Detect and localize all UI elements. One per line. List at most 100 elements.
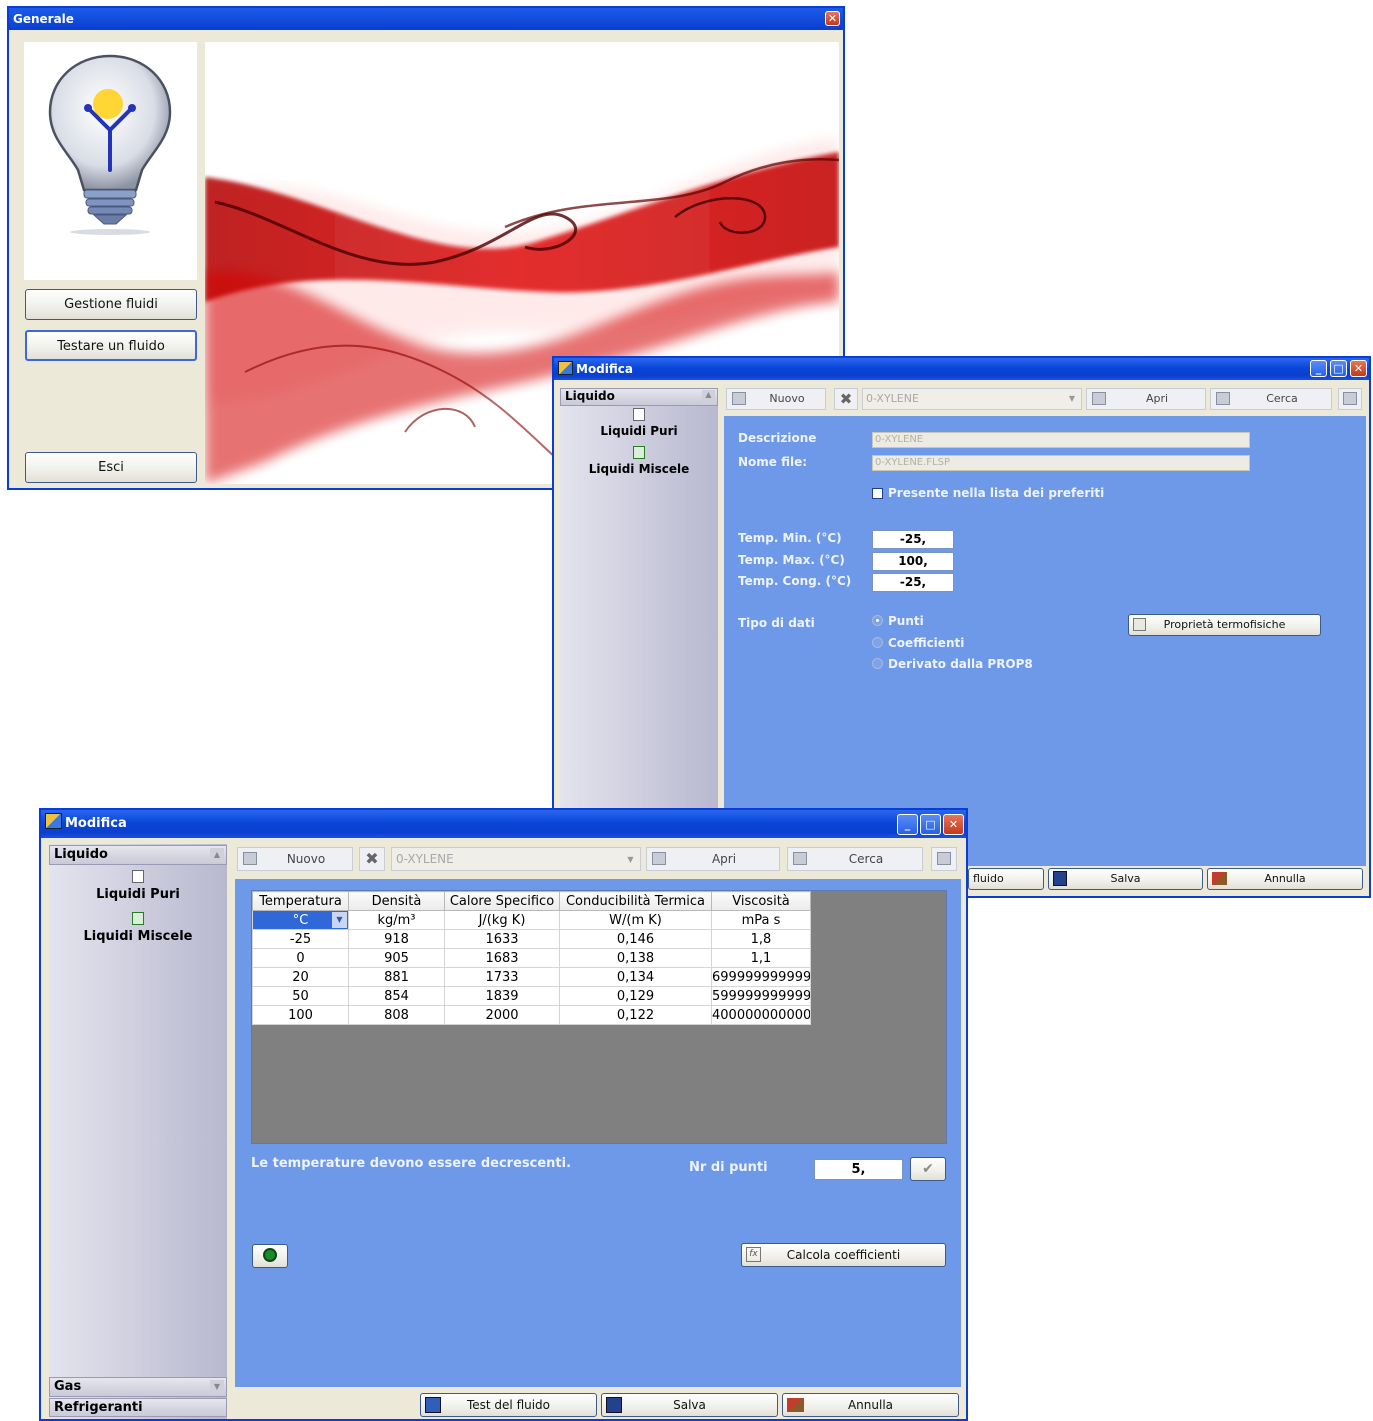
nav-item-liquidi-miscele[interactable]: Liquidi Miscele [49, 912, 227, 944]
nav-item-liquidi-puri[interactable]: Liquidi Puri [560, 408, 718, 438]
apri-button[interactable]: Apri [1086, 388, 1206, 410]
eraser-icon [1212, 872, 1227, 885]
maximize-icon[interactable]: □ [1330, 360, 1347, 377]
calcola-coefficienti-button[interactable]: fx Calcola coefficienti [741, 1243, 946, 1267]
salva-button[interactable]: Salva [1048, 868, 1203, 890]
apri-button[interactable]: Apri [646, 847, 780, 871]
tmin-input[interactable]: -25, [872, 530, 954, 549]
minimize-icon[interactable]: _ [897, 814, 918, 835]
nav-item-liquidi-puri[interactable]: Liquidi Puri [49, 870, 227, 902]
table-cell[interactable]: 0,129 [559, 986, 712, 1006]
table-cell[interactable]: 0,134 [559, 967, 712, 987]
table-cell[interactable]: W/(m K) [559, 910, 712, 930]
table-cell[interactable]: mPa s [711, 910, 811, 930]
nuovo-button[interactable]: Nuovo [726, 388, 826, 410]
test-fluido-button[interactable]: Test del fluido [420, 1393, 597, 1417]
nav-header-refrigeranti[interactable]: Refrigeranti [49, 1398, 227, 1417]
column-header[interactable]: Temperatura [252, 891, 349, 911]
table-cell[interactable]: kg/m³ [348, 910, 445, 930]
tcong-label: Temp. Cong. (°C) [738, 574, 852, 588]
table-cell[interactable]: 1683 [444, 948, 560, 968]
maximize-icon[interactable]: □ [920, 814, 941, 835]
table-cell[interactable]: 699999999999 [711, 967, 811, 987]
table-cell[interactable]: 1633 [444, 929, 560, 949]
preferiti-checkbox[interactable] [872, 488, 883, 499]
delete-button[interactable]: ✖ [834, 388, 858, 410]
column-header[interactable]: Densità [348, 891, 445, 911]
testare-fluido-button[interactable]: Testare un fluido [25, 330, 197, 361]
table-cell[interactable]: 1,8 [711, 929, 811, 949]
nav-item-label: Liquidi Miscele [588, 462, 690, 476]
table-cell[interactable]: 1,1 [711, 948, 811, 968]
radio-coefficienti-label: Coefficienti [888, 636, 965, 650]
delete-button[interactable]: ✖ [359, 847, 385, 871]
table-cell[interactable]: 808 [348, 1005, 445, 1025]
table-cell[interactable]: 0,122 [559, 1005, 712, 1025]
unit-select[interactable]: °C ▼ [252, 910, 349, 930]
cerca-button[interactable]: Cerca [1210, 388, 1332, 410]
chevron-down-icon: ▼ [210, 1380, 224, 1394]
nav-item-liquidi-miscele[interactable]: Liquidi Miscele [560, 446, 718, 476]
minimize-icon[interactable]: _ [1310, 360, 1327, 377]
tcong-input[interactable]: -25, [872, 573, 954, 592]
nav-header-liquido[interactable]: Liquido ▲ [49, 845, 227, 865]
column-header[interactable]: Calore Specifico [444, 891, 560, 911]
table-cell[interactable]: 20 [252, 967, 349, 987]
nuovo-button[interactable]: Nuovo [237, 847, 353, 871]
conferma-punti-button[interactable]: ✔ [910, 1157, 946, 1181]
annulla-button[interactable]: Annulla [1207, 868, 1363, 890]
table-header-row: Temperatura Densità Calore Specifico Con… [252, 891, 811, 911]
generale-titlebar[interactable]: Generale [9, 8, 843, 30]
table-cell[interactable]: 0 [252, 948, 349, 968]
table-cell[interactable]: 100 [252, 1005, 349, 1025]
nav-header-label: Liquido [565, 389, 615, 403]
nav-header-liquido[interactable]: Liquido ▲ [560, 388, 718, 406]
close-icon[interactable]: ✕ [825, 11, 840, 26]
table-cell[interactable]: 2000 [444, 1005, 560, 1025]
close-icon[interactable]: ✕ [943, 814, 964, 835]
cerca-button[interactable]: Cerca [787, 847, 923, 871]
export-button[interactable] [931, 847, 957, 871]
proprieta-termofisiche-button[interactable]: Proprietà termofisiche [1128, 614, 1321, 636]
new-document-icon [732, 392, 746, 405]
table-cell[interactable]: 918 [348, 929, 445, 949]
radio-derivato[interactable] [872, 658, 883, 669]
table-cell[interactable]: 905 [348, 948, 445, 968]
chevron-down-icon[interactable]: ▼ [332, 912, 347, 928]
table-cell[interactable]: -25 [252, 929, 349, 949]
modifica2-titlebar[interactable]: Modifica [41, 810, 966, 838]
modifica1-titlebar[interactable]: Modifica [554, 358, 1369, 380]
salva-button[interactable]: Salva [601, 1393, 778, 1417]
table-cell[interactable]: 599999999999 [711, 986, 811, 1006]
table-cell[interactable]: 881 [348, 967, 445, 987]
radio-coefficienti[interactable] [872, 637, 883, 648]
table-cell[interactable]: J/(kg K) [444, 910, 560, 930]
table-cell[interactable]: 854 [348, 986, 445, 1006]
export-button[interactable] [1338, 388, 1362, 410]
test-fluido-button-partial[interactable]: fluido [968, 868, 1044, 890]
fluid-combo[interactable]: 0-XYLENE ▼ [862, 388, 1082, 410]
nr-punti-input[interactable]: 5, [814, 1159, 903, 1180]
descrizione-field[interactable]: 0-XYLENE [872, 432, 1250, 448]
esci-button[interactable]: Esci [25, 452, 197, 483]
nomefile-field[interactable]: 0-XYLENE.FLSP [872, 455, 1250, 471]
annulla-button[interactable]: Annulla [782, 1393, 959, 1417]
table-cell[interactable]: 1733 [444, 967, 560, 987]
preferiti-label: Presente nella lista dei preferiti [888, 486, 1105, 500]
table-cell[interactable]: 400000000000 [711, 1005, 811, 1025]
gestione-fluidi-button[interactable]: Gestione fluidi [25, 289, 197, 320]
table-cell[interactable]: 0,146 [559, 929, 712, 949]
column-header[interactable]: Viscosità [711, 891, 811, 911]
avanti-button[interactable] [252, 1244, 288, 1268]
gestione-fluidi-label: Gestione fluidi [64, 297, 158, 312]
table-cell[interactable]: 0,138 [559, 948, 712, 968]
radio-punti[interactable] [872, 615, 883, 626]
data-grid[interactable]: Temperatura Densità Calore Specifico Con… [252, 891, 811, 1025]
nav-header-gas[interactable]: Gas ▼ [49, 1377, 227, 1397]
tmax-input[interactable]: 100, [872, 552, 954, 571]
table-cell[interactable]: 1839 [444, 986, 560, 1006]
fluid-combo[interactable]: 0-XYLENE ▼ [391, 847, 641, 871]
close-icon[interactable]: ✕ [1350, 360, 1367, 377]
column-header[interactable]: Conducibilità Termica [559, 891, 712, 911]
table-cell[interactable]: 50 [252, 986, 349, 1006]
